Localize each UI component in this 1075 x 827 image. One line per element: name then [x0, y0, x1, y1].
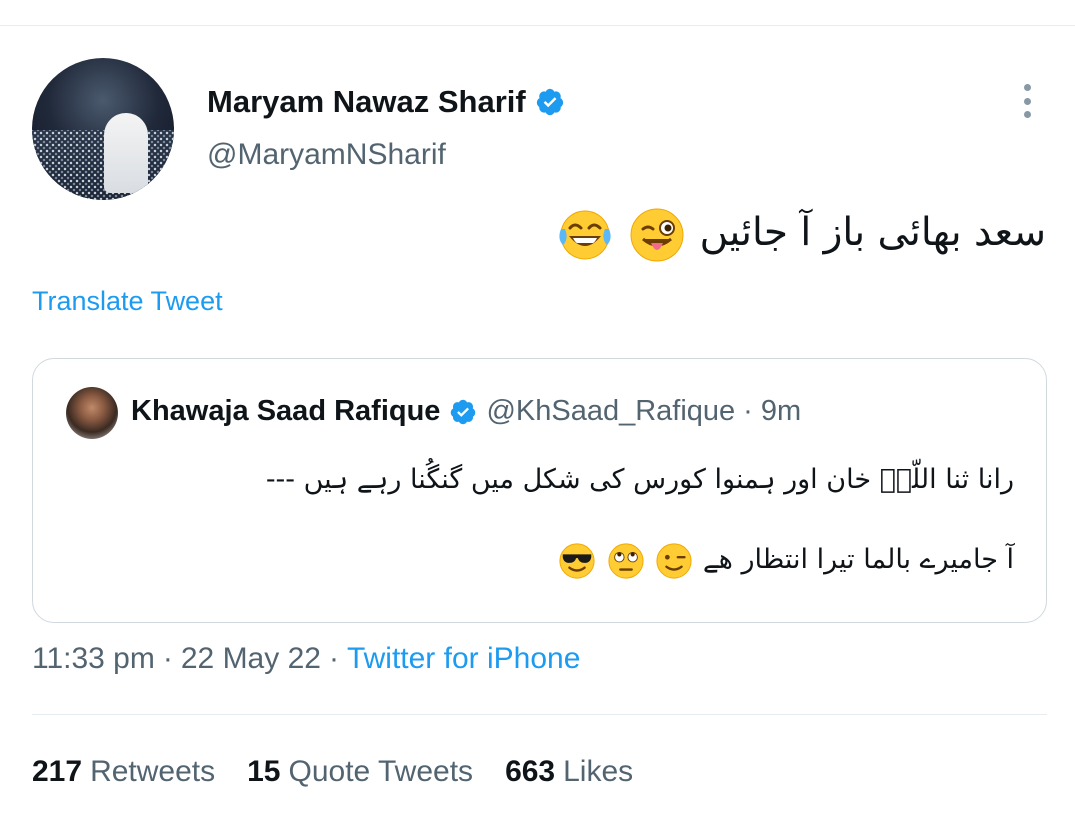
tweet-text-content: سعد بھائی باز آ جائیں [699, 210, 1046, 255]
stats-divider [32, 714, 1047, 715]
author-avatar[interactable] [32, 58, 174, 200]
likes-label: Likes [563, 755, 634, 788]
quoted-time-ago[interactable]: 9m [761, 395, 801, 428]
retweets-count: 217 [32, 755, 83, 788]
smiling-face-with-sunglasses-icon [559, 542, 595, 579]
quote-tweets-stat[interactable]: 15 Quote Tweets [247, 755, 473, 789]
quoted-tweet-header: Khawaja Saad Rafique @KhSaad_Rafique · 9… [131, 395, 801, 428]
retweets-stat[interactable]: 217 Retweets [32, 755, 215, 789]
quoted-tweet-card[interactable]: Khawaja Saad Rafique @KhSaad_Rafique · 9… [32, 358, 1047, 623]
quoted-text-line-1: رانا ثنا اللّہؑ خان اور ہمنوا کورس کی شک… [265, 464, 1014, 495]
more-options-icon[interactable] [1012, 84, 1042, 118]
quoted-author-display-name[interactable]: Khawaja Saad Rafique [131, 395, 440, 428]
face-with-rolling-eyes-icon [608, 542, 644, 579]
tweet-date[interactable]: 22 May 22 [181, 642, 321, 675]
quoted-text-line-2-row: آ جامیرے بالما تیرا انتظار ھے [114, 539, 1014, 581]
winking-face-icon [656, 542, 692, 579]
tweet-meta: 11:33 pm · 22 May 22 · Twitter for iPhone [32, 642, 580, 676]
author-display-name[interactable]: Maryam Nawaz Sharif [207, 84, 526, 120]
meta-separator: · [162, 642, 173, 675]
tweet-text: سعد بھائی باز آ جائیں [346, 200, 1046, 266]
meta-separator: · [328, 642, 339, 675]
top-divider [0, 25, 1075, 26]
quoted-author-handle[interactable]: @KhSaad_Rafique [486, 395, 735, 428]
tweet-timestamp[interactable]: 11:33 pm [32, 642, 155, 675]
quote-tweets-count: 15 [247, 755, 281, 788]
author-name-row[interactable]: Maryam Nawaz Sharif [207, 84, 565, 120]
engagement-stats: 217 Retweets 15 Quote Tweets 663 Likes [32, 755, 665, 789]
author-handle[interactable]: @MaryamNSharif [207, 138, 446, 172]
translate-tweet-link[interactable]: Translate Tweet [32, 286, 223, 317]
avatar-crowd [32, 130, 174, 200]
retweets-label: Retweets [90, 755, 216, 788]
face-with-tears-of-joy-icon [559, 210, 611, 259]
likes-count: 663 [505, 755, 556, 788]
likes-stat[interactable]: 663 Likes [505, 755, 633, 789]
winking-face-with-tongue-icon [630, 208, 684, 261]
quoted-text-line-2: آ جامیرے بالما تیرا انتظار ھے [702, 544, 1014, 575]
quote-tweets-label: Quote Tweets [288, 755, 474, 788]
quoted-tweet-body: رانا ثنا اللّہؑ خان اور ہمنوا کورس کی شک… [114, 459, 1014, 581]
tweet-source-link[interactable]: Twitter for iPhone [347, 642, 580, 675]
quoted-separator: · [743, 395, 753, 427]
avatar-figure [104, 113, 148, 193]
verified-badge-icon [536, 88, 563, 116]
quoted-author-avatar[interactable] [66, 387, 118, 439]
quoted-verified-badge-icon [451, 399, 476, 424]
